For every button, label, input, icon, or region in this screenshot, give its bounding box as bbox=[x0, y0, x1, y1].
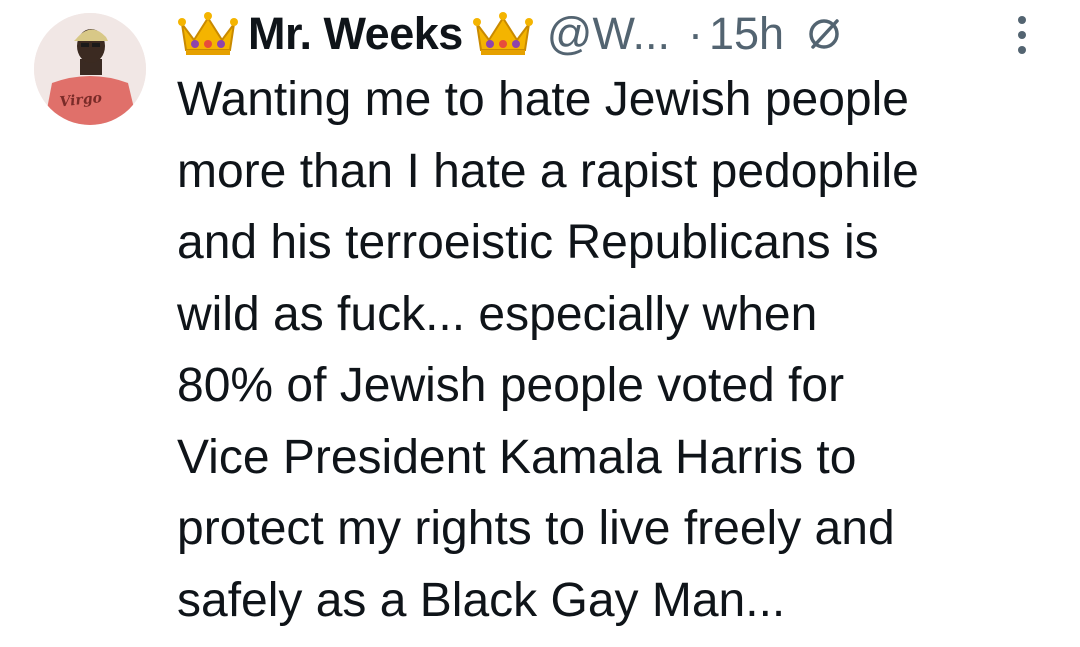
tweet-text: Wanting me to hate Jewish people more th… bbox=[177, 73, 919, 627]
tweet[interactable]: Virgo Mr. Weeks @W... · 15h Wanting me t… bbox=[0, 0, 1080, 647]
separator-dot: · bbox=[687, 8, 703, 59]
display-name[interactable]: Mr. Weeks bbox=[248, 8, 463, 60]
crown-icon bbox=[472, 12, 533, 55]
user-handle[interactable]: @W... bbox=[547, 8, 670, 60]
crown-icon bbox=[178, 12, 238, 55]
tweet-header: Mr. Weeks @W... · 15h bbox=[176, 6, 1060, 62]
timestamp[interactable]: 15h bbox=[709, 8, 784, 60]
avatar[interactable]: Virgo bbox=[34, 13, 146, 125]
slashed-circle-icon bbox=[809, 19, 839, 49]
more-options-icon[interactable] bbox=[1009, 12, 1035, 58]
